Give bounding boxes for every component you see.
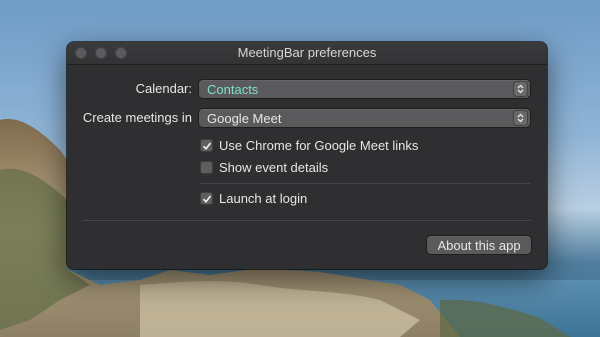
checkmark-icon <box>200 192 213 205</box>
calendar-popup-button[interactable]: Contacts <box>199 80 530 98</box>
about-this-app-button[interactable]: About this app <box>427 236 531 254</box>
updown-chevron-icon <box>514 82 527 96</box>
updown-chevron-icon <box>514 111 527 125</box>
show-event-details-checkbox[interactable]: Show event details <box>200 160 328 175</box>
use-chrome-label: Use Chrome for Google Meet links <box>219 138 419 153</box>
launch-at-login-checkbox[interactable]: Launch at login <box>200 191 307 206</box>
preferences-window: MeetingBar preferences Calendar: Contact… <box>67 42 547 269</box>
window-title: MeetingBar preferences <box>237 45 377 60</box>
separator <box>83 220 531 221</box>
calendar-label: Calendar: <box>135 81 192 96</box>
calendar-selected-value: Contacts <box>207 81 259 97</box>
create-meetings-selected-value: Google Meet <box>207 110 282 126</box>
checkmark-icon <box>200 139 213 152</box>
launch-at-login-label: Launch at login <box>219 191 308 206</box>
create-meetings-popup-button[interactable]: Google Meet <box>199 109 530 127</box>
separator <box>200 183 530 184</box>
checkbox-unchecked-box <box>200 161 213 174</box>
use-chrome-checkbox[interactable]: Use Chrome for Google Meet links <box>200 138 418 153</box>
create-meetings-label: Create meetings in <box>82 110 192 125</box>
title-bar[interactable]: MeetingBar preferences <box>67 42 547 65</box>
show-event-details-label: Show event details <box>219 160 329 175</box>
